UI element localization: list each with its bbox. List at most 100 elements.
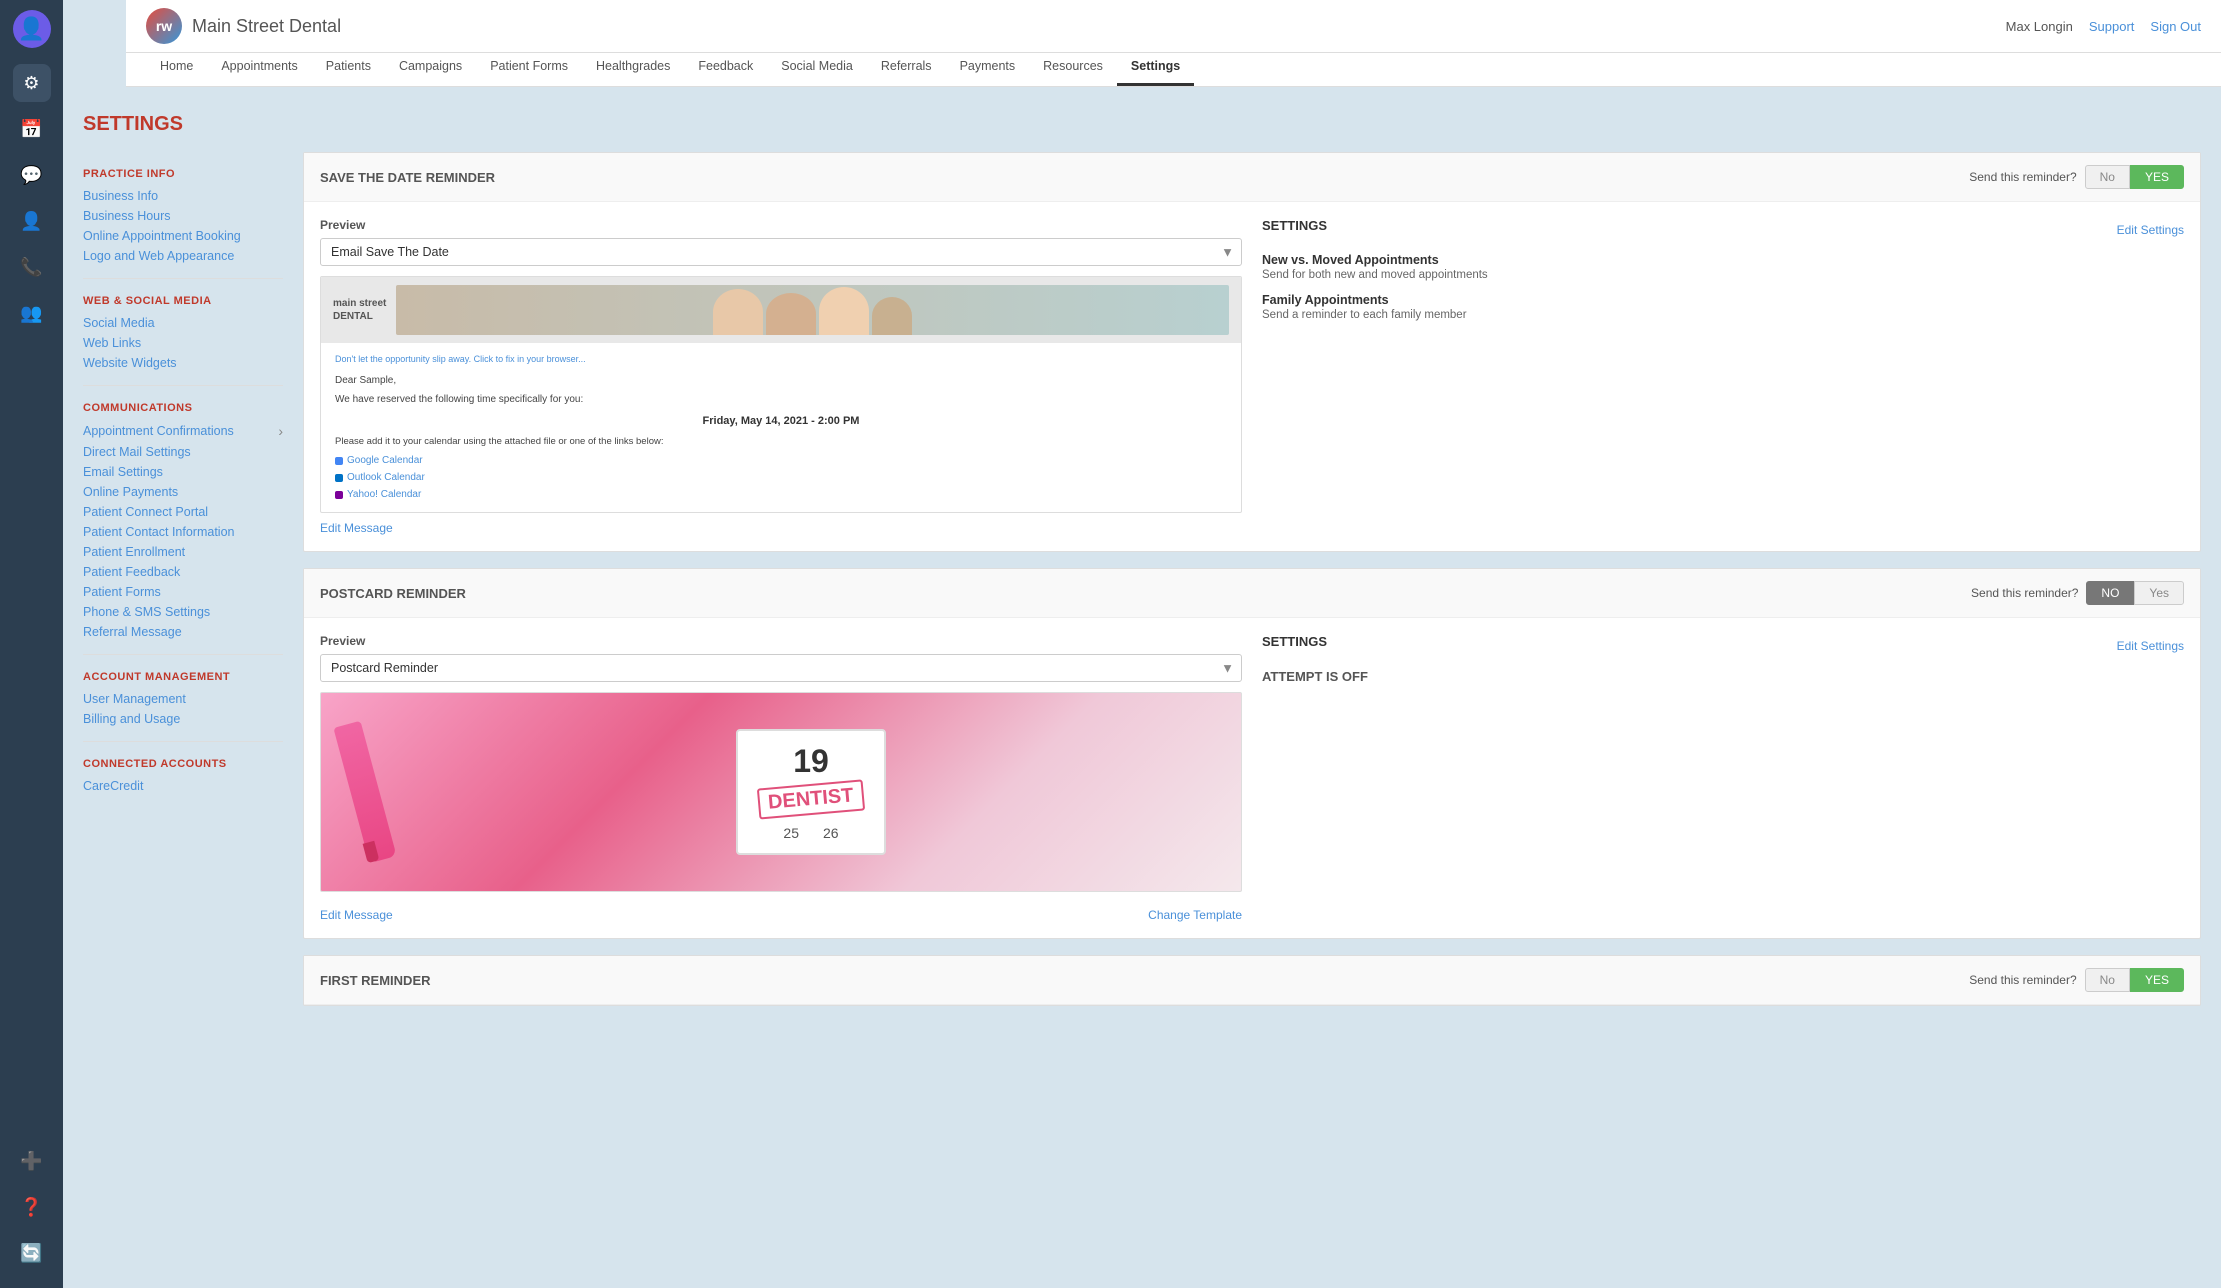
- yahoo-cal-dot: [335, 491, 343, 499]
- email-preview-header: main streetDENTAL: [321, 277, 1241, 343]
- nav-patient-forms[interactable]: Patient Forms: [83, 582, 283, 602]
- divider-2: [83, 385, 283, 386]
- divider-4: [83, 741, 283, 742]
- header-title: Main Street Dental: [192, 16, 341, 37]
- nav-user-management[interactable]: User Management: [83, 689, 283, 709]
- outlook-cal-link: Outlook Calendar: [335, 470, 1227, 485]
- postcard-toggle: NO Yes: [2086, 581, 2184, 605]
- sidebar-icon-refresh[interactable]: 🔄: [13, 1234, 51, 1272]
- sidebar-icon-plus[interactable]: ➕: [13, 1142, 51, 1180]
- postcard-toggle-yes[interactable]: Yes: [2134, 581, 2184, 605]
- nav-appointment-confirmations[interactable]: Appointment Confirmations ›: [83, 420, 283, 442]
- nav-settings[interactable]: Settings: [1117, 49, 1194, 86]
- first-reminder-toggle-no[interactable]: No: [2085, 968, 2130, 992]
- content-layout: PRACTICE INFO Business Info Business Hou…: [83, 152, 2201, 1022]
- send-reminder-label-2: Send this reminder?: [1971, 586, 2078, 600]
- avatar[interactable]: 👤: [13, 10, 51, 48]
- change-template-link[interactable]: Change Template: [1148, 908, 1242, 922]
- postcard-toggle-no[interactable]: NO: [2086, 581, 2134, 605]
- sidebar-icon-chat[interactable]: 💬: [13, 156, 51, 194]
- nav-phone-sms-settings[interactable]: Phone & SMS Settings: [83, 602, 283, 622]
- email-preview: main streetDENTAL: [320, 276, 1242, 513]
- section-web-social: WEB & SOCIAL MEDIA: [83, 295, 283, 307]
- header-user: Max Longin: [2006, 19, 2073, 34]
- nav-feedback[interactable]: Feedback: [684, 49, 767, 86]
- nav-carecredit[interactable]: CareCredit: [83, 776, 283, 796]
- edit-settings-link-2[interactable]: Edit Settings: [2117, 639, 2184, 653]
- nav-referral-message[interactable]: Referral Message: [83, 622, 283, 642]
- postcard-reminder-title: POSTCARD REMINDER: [320, 586, 1971, 601]
- nav-website-widgets[interactable]: Website Widgets: [83, 353, 283, 373]
- email-greeting: Dear Sample,: [335, 373, 1227, 388]
- nav-email-settings[interactable]: Email Settings: [83, 462, 283, 482]
- header-logo: rw Main Street Dental: [146, 8, 341, 44]
- nav-business-info[interactable]: Business Info: [83, 186, 283, 206]
- preview-select-2[interactable]: Postcard Reminder: [320, 654, 1242, 682]
- calendar-links: Google Calendar Outlook Calendar Yahoo! …: [335, 453, 1227, 502]
- sidebar-icon-settings[interactable]: ⚙: [13, 64, 51, 102]
- save-the-date-toggle-yes[interactable]: YES: [2130, 165, 2184, 189]
- postcard-date-num: 19: [758, 743, 864, 780]
- header-right: Max Longin Support Sign Out: [2006, 19, 2201, 34]
- postcard-preview-section: Preview Postcard Reminder ▼: [320, 634, 1242, 922]
- preview-select-1[interactable]: Email Save The Date Postcard Reminder: [320, 238, 1242, 266]
- divider-1: [83, 278, 283, 279]
- save-the-date-title: SAVE THE DATE REMINDER: [320, 170, 1969, 185]
- nav-patient-contact-info[interactable]: Patient Contact Information: [83, 522, 283, 542]
- first-reminder-toggle: No YES: [2085, 968, 2184, 992]
- nav-patient-connect-portal[interactable]: Patient Connect Portal: [83, 502, 283, 522]
- nav-patient-feedback[interactable]: Patient Feedback: [83, 562, 283, 582]
- edit-settings-link-1[interactable]: Edit Settings: [2117, 223, 2184, 237]
- sidebar-icon-person[interactable]: 👤: [13, 202, 51, 240]
- sidebar-icon-users[interactable]: 👥: [13, 294, 51, 332]
- nav-payments[interactable]: Payments: [946, 49, 1030, 86]
- nav-web-links[interactable]: Web Links: [83, 333, 283, 353]
- nav-patient-forms[interactable]: Patient Forms: [476, 49, 582, 86]
- postcard-reminder-header: POSTCARD REMINDER Send this reminder? NO…: [304, 569, 2200, 618]
- edit-message-link-1[interactable]: Edit Message: [320, 521, 1242, 535]
- first-reminder-header: FIRST REMINDER Send this reminder? No YE…: [304, 956, 2200, 1005]
- logo-icon: rw: [146, 8, 182, 44]
- save-the-date-body: Preview Email Save The Date Postcard Rem…: [304, 202, 2200, 551]
- support-link[interactable]: Support: [2089, 19, 2135, 34]
- send-reminder-label-3: Send this reminder?: [1969, 973, 2076, 987]
- nav-campaigns[interactable]: Campaigns: [385, 49, 476, 86]
- yahoo-cal-link: Yahoo! Calendar: [335, 487, 1227, 502]
- postcard-dentist-text: DENTIST: [757, 780, 865, 820]
- postcard-calendar: 19 DENTIST 25 26: [736, 729, 886, 855]
- nav-healthgrades[interactable]: Healthgrades: [582, 49, 684, 86]
- nav-social-media-link[interactable]: Social Media: [83, 313, 283, 333]
- nav-logo-web-appearance[interactable]: Logo and Web Appearance: [83, 246, 283, 266]
- email-date: Friday, May 14, 2021 - 2:00 PM: [335, 413, 1227, 430]
- nav-direct-mail-settings[interactable]: Direct Mail Settings: [83, 442, 283, 462]
- nav-social-media[interactable]: Social Media: [767, 49, 867, 86]
- nav-appointments[interactable]: Appointments: [207, 49, 311, 86]
- nav-online-appointment-booking[interactable]: Online Appointment Booking: [83, 226, 283, 246]
- outlook-cal-dot: [335, 474, 343, 482]
- edit-message-link-2[interactable]: Edit Message: [320, 908, 393, 922]
- email-browser-notice: Don't let the opportunity slip away. Cli…: [335, 353, 1227, 367]
- first-reminder-toggle-yes[interactable]: YES: [2130, 968, 2184, 992]
- nav-home[interactable]: Home: [146, 49, 207, 86]
- sidebar-icon-help[interactable]: ❓: [13, 1188, 51, 1226]
- setting-title-1: New vs. Moved Appointments: [1262, 253, 2184, 267]
- nav-patient-enrollment[interactable]: Patient Enrollment: [83, 542, 283, 562]
- sidebar-icon-phone[interactable]: 📞: [13, 248, 51, 286]
- sign-out-link[interactable]: Sign Out: [2150, 19, 2201, 34]
- send-reminder-label-1: Send this reminder?: [1969, 170, 2076, 184]
- preview-select-wrapper-2: Postcard Reminder ▼: [320, 654, 1242, 682]
- postcard-settings-section: SETTINGS Edit Settings ATTEMPT IS OFF: [1262, 634, 2184, 922]
- nav-business-hours[interactable]: Business Hours: [83, 206, 283, 226]
- settings-section-title-2: SETTINGS: [1262, 634, 1327, 649]
- settings-section-title-1: SETTINGS: [1262, 218, 1327, 233]
- nav-resources[interactable]: Resources: [1029, 49, 1117, 86]
- save-the-date-toggle-no[interactable]: No: [2085, 165, 2130, 189]
- nav-referrals[interactable]: Referrals: [867, 49, 946, 86]
- email-cal-text: Please add it to your calendar using the…: [335, 435, 1227, 449]
- nav-online-payments[interactable]: Online Payments: [83, 482, 283, 502]
- page-title: SETTINGS: [83, 113, 2201, 136]
- nav-billing-usage[interactable]: Billing and Usage: [83, 709, 283, 729]
- sidebar-icon-calendar[interactable]: 📅: [13, 110, 51, 148]
- nav-patients[interactable]: Patients: [312, 49, 385, 86]
- first-reminder-card: FIRST REMINDER Send this reminder? No YE…: [303, 955, 2201, 1006]
